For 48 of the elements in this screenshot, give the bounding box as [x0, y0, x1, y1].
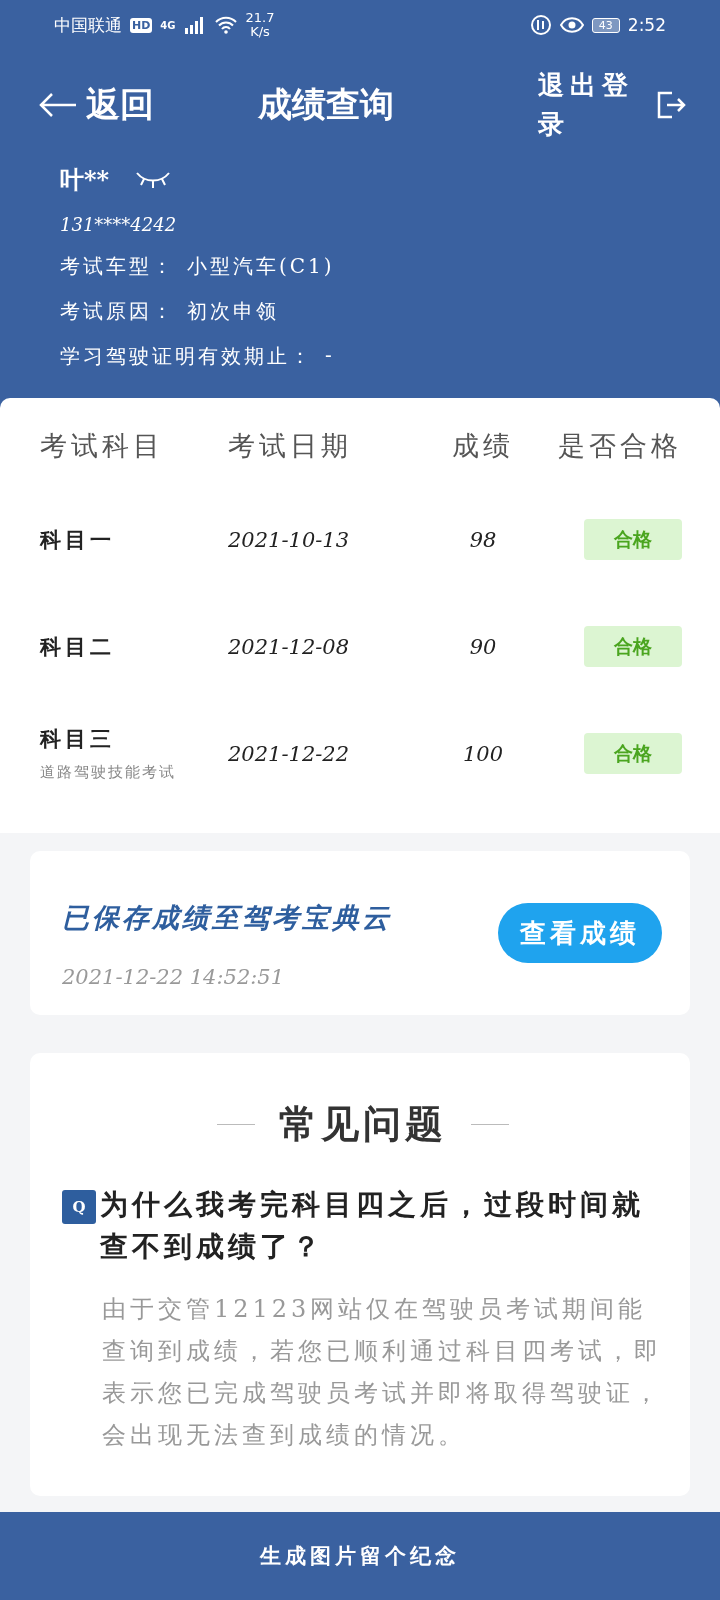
question-badge: Q: [62, 1190, 96, 1224]
field-label: 考试车型：: [60, 253, 175, 280]
network-speed: 21.7 K/s: [245, 10, 275, 40]
exam-score: 100: [462, 741, 504, 766]
logout-icon[interactable]: [656, 90, 686, 120]
result-tag: 合格: [584, 733, 682, 774]
subject-name: 科目一: [40, 525, 115, 554]
exam-date: 2021-12-22: [228, 741, 350, 766]
column-header: 考试科目: [40, 429, 165, 463]
result-tag: 合格: [584, 519, 682, 560]
answer-text: 由于交管12123网站仅在驾驶员考试期间能查询到成绩，若您已顺利通过科目四考试，即表示您已完成驾驶员考试并即将取得驾驶证，会出现无法查到成绩的情况。: [102, 1294, 663, 1451]
exam-date: 2021-10-13: [228, 527, 350, 552]
user-name: 叶**: [60, 164, 110, 196]
eye-icon: [559, 16, 584, 34]
field-value: 小型汽车(C1): [187, 253, 335, 280]
cloud-save-title: 已保存成绩至驾考宝典云: [62, 901, 392, 935]
battery-indicator: 43: [591, 17, 620, 33]
subject-name: 科目三: [40, 725, 115, 753]
page-title: 成绩查询: [257, 83, 395, 126]
result-tag: 合格: [584, 626, 682, 667]
hd-badge: HD: [130, 17, 153, 33]
network-type: 4G: [160, 19, 176, 31]
save-time: 2021-12-22 14:52:51: [62, 965, 286, 989]
back-button[interactable]: 返回: [38, 82, 154, 128]
subject-note: 道路驾驶技能考试: [40, 763, 176, 782]
faq-title: 常见问题: [279, 1100, 447, 1148]
carrier-name: 中国联通: [54, 13, 122, 37]
back-arrow-icon: [38, 92, 78, 118]
field-label: 考试原因：: [60, 298, 175, 325]
exam-score: 90: [469, 634, 497, 659]
clock: 2:52: [627, 15, 666, 35]
data-saver-icon: [529, 14, 552, 36]
logout-button[interactable]: 退出登录: [538, 66, 656, 144]
exam-date: 2021-12-08: [228, 634, 350, 659]
signal-icon: [183, 16, 206, 34]
column-header: 是否合格: [557, 429, 682, 463]
column-header: 考试日期: [228, 429, 353, 463]
save-image-button[interactable]: 生成图片留个纪念: [0, 1512, 720, 1600]
question-text: 为什么我考完科目四之后，过段时间就查不到成绩了？: [100, 1187, 645, 1265]
field-label: 学习驾驶证明有效期止：: [60, 343, 313, 370]
wifi-icon: [213, 16, 238, 34]
column-header: 成绩: [451, 429, 515, 463]
field-value: 初次申领: [187, 298, 279, 325]
phone-number: 131****4242: [60, 214, 178, 235]
field-value: -: [325, 343, 335, 369]
subject-name: 科目二: [40, 632, 115, 661]
closed-eye-icon[interactable]: [135, 170, 172, 190]
exam-score: 98: [469, 527, 497, 552]
